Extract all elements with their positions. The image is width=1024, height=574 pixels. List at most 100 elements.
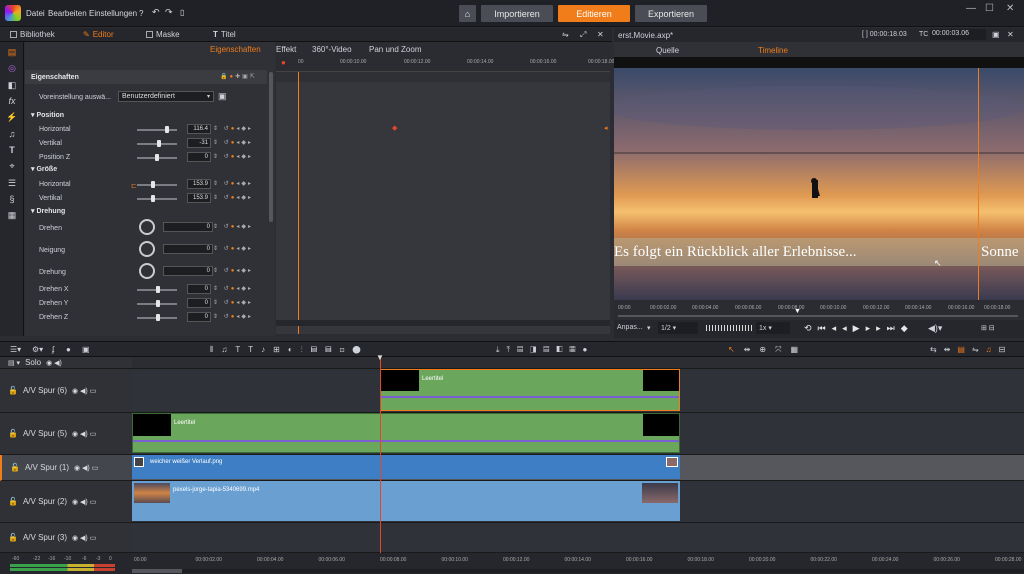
layout-icon[interactable]: ⊞ ⊟ [981, 324, 995, 332]
size-vertical-value[interactable]: 153.9 [187, 193, 211, 203]
edit-button[interactable]: Editieren [558, 5, 630, 22]
keyframe-controls[interactable]: ⇕ ↺●◂◆▸ [213, 194, 253, 201]
slider-knob[interactable] [155, 154, 159, 161]
undo-icon[interactable]: ↶ [152, 7, 160, 18]
tilt-dial[interactable] [139, 241, 155, 257]
quality-select[interactable]: 1/2 ▾ [658, 322, 698, 334]
slider-knob[interactable] [157, 140, 161, 147]
lock-icon[interactable]: 🔓 [8, 386, 18, 395]
document-icon[interactable]: ▯ [180, 8, 184, 17]
menu-settings[interactable]: Einstellungen [89, 9, 137, 18]
export-button[interactable]: Exportieren [635, 5, 707, 22]
track-header[interactable]: 🔓 A/V Spur (6) ◉ ◀) ▭ [0, 369, 132, 413]
fx-toggle-icon[interactable]: ʄ [52, 345, 54, 354]
expand-icon[interactable]: ⤢ [580, 30, 586, 40]
position-vertical-value[interactable]: -31 [187, 138, 211, 148]
image-clip[interactable]: weicher weißer Verlauf.png [132, 455, 680, 479]
timecode-field[interactable]: 00:00:03.06 [930, 29, 986, 40]
rotate-z-value[interactable]: 0 [187, 312, 211, 322]
track-controls[interactable]: ◉ ◀) ▭ [72, 430, 96, 438]
menu-file[interactable]: Datei [26, 9, 45, 18]
music-icon[interactable]: ♫ [6, 128, 18, 140]
track-controls[interactable]: ◉ ◀) ▭ [72, 534, 96, 542]
track-header[interactable]: 🔓 A/V Spur (3) ◉ ◀) ▭ [0, 523, 132, 553]
track-settings-icon[interactable]: ☰▾ [10, 345, 21, 354]
slider-knob[interactable] [151, 181, 155, 188]
slider-knob[interactable] [156, 286, 160, 293]
track-header[interactable]: 🔓 A/V Spur (2) ◉ ◀) ▭ [0, 481, 132, 523]
keyframe-marker[interactable]: ◆ [392, 124, 397, 132]
edit-tools[interactable]: ⤓⤒▤◨▤◧▦● [496, 345, 594, 355]
track-controls[interactable]: ◉ ◀) ▭ [72, 387, 96, 395]
section-rotation[interactable]: ▾ Drehung [31, 207, 65, 215]
tilt-value[interactable]: 0 [163, 244, 213, 254]
speed-select[interactable]: 1x ▾ [756, 322, 790, 334]
keyframe-controls[interactable]: ⇕ ↺●◂◆▸ [213, 153, 253, 160]
position-z-value[interactable]: 0 [187, 152, 211, 162]
fx-playhead[interactable] [298, 72, 299, 334]
keyframe-controls[interactable]: ⇕ ↺●◂◆▸ [213, 125, 253, 132]
aspect-lock-icon[interactable]: ⊏ [131, 182, 137, 190]
menu-edit[interactable]: Bearbeiten [48, 9, 87, 18]
tab-properties[interactable]: Eigenschaften [210, 45, 261, 54]
lock-icon[interactable]: 🔓 [8, 533, 18, 542]
scrub-handle[interactable]: ▼ [794, 308, 801, 315]
track-header[interactable]: 🔓 A/V Spur (5) ◉ ◀) ▭ [0, 413, 132, 455]
slider-knob[interactable] [156, 300, 160, 307]
tab-source[interactable]: Quelle [656, 46, 679, 55]
mode-tools[interactable]: ↖⇹⊕⤧▦ [728, 345, 807, 355]
keyframe-controls[interactable]: ⇕ ↺●◂◆▸ [213, 267, 253, 274]
header-keyframe-icons[interactable]: 🔒●✚▣⇱ [220, 73, 257, 80]
title-clip[interactable]: Leertitel [380, 369, 680, 411]
preview-expand-icon[interactable]: ▣ [992, 30, 1000, 39]
rotate-value[interactable]: 0 [163, 222, 213, 232]
properties-scrollbar[interactable] [269, 72, 273, 222]
fx-scrollbar[interactable] [276, 320, 610, 326]
snap-icon[interactable]: ● [66, 345, 71, 354]
track-header-icons[interactable]: ▤ ▾ [8, 359, 20, 367]
solo-label[interactable]: Solo [25, 358, 41, 367]
film-icon[interactable]: ▦ [6, 209, 18, 221]
motion-icon[interactable]: ⌖ [6, 160, 18, 172]
help-icon[interactable]: ? [139, 9, 143, 18]
keyframe-controls[interactable]: ⇕ ↺●◂◆▸ [213, 180, 253, 187]
video-clip[interactable]: pexels-jorge-tapia-5340699.mp4 [132, 481, 680, 521]
fit-select[interactable]: Anpas... [617, 324, 643, 331]
keyframe-controls[interactable]: ⇕ ↺●◂◆▸ [213, 285, 253, 292]
track-lane[interactable] [132, 523, 1024, 553]
title-clip[interactable]: Leertitel [132, 413, 680, 453]
tab-effect[interactable]: Effekt [276, 45, 296, 54]
slider-knob[interactable] [151, 195, 155, 202]
scrub-track[interactable] [618, 315, 1018, 317]
keyframe-controls[interactable]: ⇕ ↺●◂◆▸ [213, 313, 253, 320]
timeline-tools[interactable]: ⫴♫T​T​♪⊞◐⫶▤▤⊡⬤ [210, 345, 369, 355]
lock-icon[interactable]: 🔓 [10, 463, 20, 472]
tab-editor[interactable]: ✎ Editor [83, 30, 114, 39]
timeline-playhead[interactable] [380, 357, 381, 553]
scroll-thumb[interactable] [132, 569, 182, 573]
close-button[interactable]: ✕ [1006, 3, 1014, 14]
panel-close-icon[interactable]: ✕ [597, 30, 604, 39]
timeline-scrollbar[interactable] [132, 569, 1024, 573]
keyframe-controls[interactable]: ⇕ ↺●◂◆▸ [213, 139, 253, 146]
lock-icon[interactable]: 🔓 [8, 497, 18, 506]
track-controls[interactable]: ◉ ◀) ▭ [74, 464, 98, 472]
lock-icon[interactable]: 🔓 [8, 429, 18, 438]
position-horizontal-value[interactable]: 116.4 [187, 124, 211, 134]
size-vertical-slider[interactable] [137, 198, 177, 200]
jog-shuttle[interactable] [706, 325, 752, 331]
section-position[interactable]: ▾ Position [31, 111, 64, 119]
redo-icon[interactable]: ↷ [165, 7, 173, 18]
keyframe-controls[interactable]: ⇕ ↺●◂◆▸ [213, 223, 253, 230]
tab-pan-zoom[interactable]: Pan und Zoom [369, 45, 421, 54]
keyframe-controls[interactable]: ⇕ ↺●◂◆▸ [213, 245, 253, 252]
overlay-icon[interactable]: ◧ [6, 79, 18, 91]
storyboard-icon[interactable]: ▣ [82, 345, 90, 354]
text-icon[interactable]: T [6, 144, 18, 156]
size-horizontal-slider[interactable] [137, 184, 177, 186]
transition-icon[interactable]: ⚡ [6, 111, 18, 123]
tab-360-video[interactable]: 360°-Video [312, 45, 352, 54]
keyframe-controls[interactable]: ⇕ ↺●◂◆▸ [213, 299, 253, 306]
marker-icon[interactable]: ● [281, 58, 286, 67]
save-preset-icon[interactable]: ▣ [218, 91, 227, 102]
